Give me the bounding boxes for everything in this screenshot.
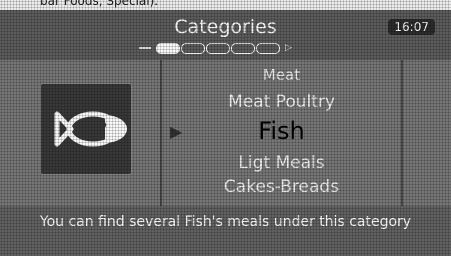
page-dot-3[interactable] bbox=[206, 42, 230, 54]
panel-divider-right bbox=[401, 60, 403, 206]
pager-dash bbox=[139, 47, 151, 49]
category-description: You can find several Fish's meals under … bbox=[39, 214, 412, 230]
page-dot-5[interactable] bbox=[256, 42, 280, 54]
page-dot-2[interactable] bbox=[181, 42, 205, 54]
category-icon-tile bbox=[40, 83, 132, 175]
info-bar: You can find several Fish's meals under … bbox=[0, 206, 451, 256]
category-item-cakes-breads[interactable]: Cakes-Breads bbox=[162, 177, 401, 197]
category-item-light-meals[interactable]: Ligt Meals bbox=[162, 153, 401, 173]
header-bar: Categories 16:07 ▷ bbox=[0, 10, 451, 60]
page-title: Categories bbox=[174, 16, 277, 38]
fish-icon bbox=[54, 111, 127, 147]
clock: 16:07 bbox=[388, 19, 435, 35]
category-item-meat[interactable]: Meat bbox=[162, 66, 401, 84]
category-panel: ▶ Meat Meat Poultry Fish Ligt Meals Cake… bbox=[0, 60, 451, 206]
page-dot-1[interactable] bbox=[156, 42, 180, 54]
page-indicator: ▷ bbox=[139, 41, 292, 55]
page-dot-4[interactable] bbox=[231, 42, 255, 54]
top-clipped-text-strip: bar Foods, Special). bbox=[0, 0, 451, 10]
page-next-arrow-icon[interactable]: ▷ bbox=[285, 43, 292, 53]
category-item-fish[interactable]: Fish bbox=[162, 117, 401, 145]
category-item-meat-poultry[interactable]: Meat Poultry bbox=[162, 92, 401, 112]
clipped-caption: bar Foods, Special). bbox=[40, 0, 159, 8]
